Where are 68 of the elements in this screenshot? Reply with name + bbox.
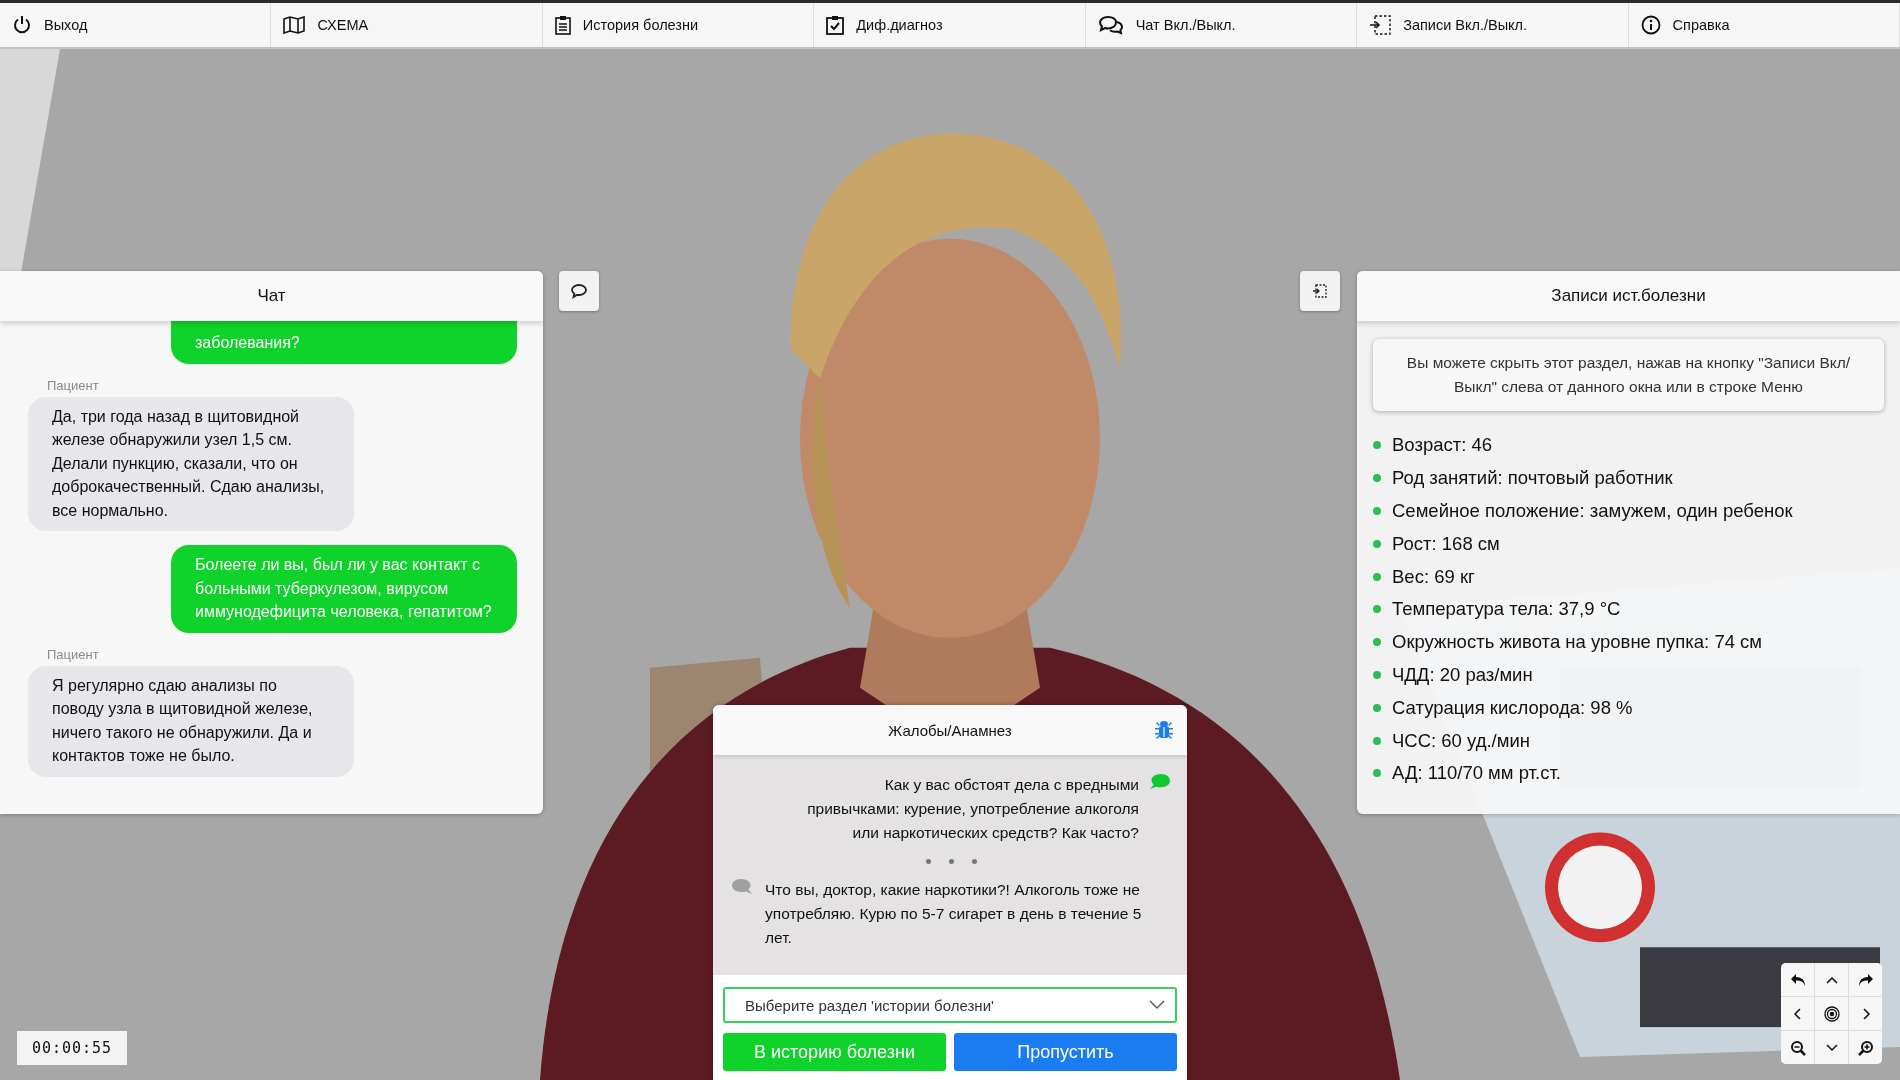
view-control-button[interactable] bbox=[1849, 963, 1882, 996]
chat-icon bbox=[1097, 15, 1124, 35]
sender-label: Пациент bbox=[47, 377, 99, 393]
menu-item[interactable]: Выход bbox=[0, 3, 272, 47]
bullet-icon bbox=[1373, 441, 1381, 450]
record-text: Вес: 69 кг bbox=[1392, 565, 1475, 588]
menu-item[interactable]: СХЕМА bbox=[271, 3, 543, 47]
view-control-button[interactable] bbox=[1849, 1031, 1882, 1064]
panel-title: Чат bbox=[257, 286, 286, 306]
record-text: Рост: 168 см bbox=[1392, 532, 1500, 555]
chevron-down-icon bbox=[1149, 1000, 1165, 1010]
bullet-icon bbox=[1373, 736, 1381, 745]
clipboard-icon bbox=[554, 15, 571, 35]
record-text: Возраст: 46 bbox=[1392, 434, 1493, 457]
zoom-in-icon bbox=[1857, 1039, 1874, 1056]
sender-label: Пациент bbox=[47, 646, 99, 662]
bullet-icon bbox=[1373, 605, 1381, 614]
record-text: Окружность живота на уровне пупка: 74 см bbox=[1392, 631, 1763, 654]
record-text: Род занятий: почтовый работник bbox=[1392, 467, 1673, 490]
record-text: Температура тела: 37,9 °C bbox=[1392, 598, 1621, 621]
panel-toggle-icon bbox=[1312, 283, 1328, 299]
chat-icon bbox=[570, 283, 588, 299]
answer-text: Что вы, доктор, какие наркотики?! Алкоголь тоже не употребляю. Курю по 5-7 сигарет в день в течение 5 лет. bbox=[765, 880, 1143, 948]
bullet-icon bbox=[1373, 507, 1381, 515]
menu-item[interactable]: Записи Вкл./Выкл. bbox=[1357, 3, 1629, 47]
skip-button[interactable]: Пропустить bbox=[954, 1033, 1177, 1071]
bullet-icon bbox=[1373, 539, 1381, 548]
zoom-out-icon bbox=[1789, 1039, 1806, 1056]
redo-icon bbox=[1857, 971, 1874, 988]
sent-message: Болеете ли вы, был ли у вас контакт с больными туберкулезом, вирусом иммунодефицита человека, гепатитом? bbox=[171, 545, 517, 633]
record-text: ЧДД: 20 раз/мин bbox=[1392, 663, 1533, 686]
info-icon bbox=[1640, 15, 1661, 35]
record-text: АД: 110/70 мм рт.ст. bbox=[1392, 762, 1561, 785]
bullet-icon bbox=[1373, 670, 1381, 679]
speech-bubble-icon bbox=[1149, 773, 1171, 791]
view-control-button[interactable] bbox=[1781, 1031, 1814, 1064]
panel-toggle-icon bbox=[1369, 15, 1392, 35]
map-icon bbox=[283, 16, 306, 34]
hint-card: Вы можете скрыть этот раздел, нажав на кнопку "Записи Вкл/Выкл" слева от данного окна или в строке Меню bbox=[1373, 339, 1884, 411]
bullet-icon bbox=[1373, 703, 1381, 712]
power-icon bbox=[12, 15, 32, 35]
menu-item[interactable]: Диф.диагноз bbox=[814, 3, 1086, 47]
bug-icon[interactable] bbox=[1153, 719, 1175, 741]
question-text: Как у вас обстоят дела с вредными привычками: курение, употребление алкоголя или наркотических средств? Как часто? bbox=[806, 775, 1139, 843]
record-text: Сатурация кислорода: 98 % bbox=[1392, 696, 1633, 719]
section-dropdown[interactable]: Выберите раздел 'истории болезни' bbox=[723, 987, 1177, 1023]
typing-dots-icon bbox=[925, 859, 977, 864]
clipboard-check-icon bbox=[826, 15, 845, 35]
speech-bubble-icon bbox=[731, 878, 753, 896]
bullet-icon bbox=[1373, 769, 1381, 778]
bullet-icon bbox=[1373, 572, 1381, 581]
record-text: Семейное положение: замужем, один ребенок bbox=[1392, 500, 1793, 522]
bullet-icon bbox=[1373, 638, 1381, 647]
timer: 00:00:55 bbox=[17, 1031, 127, 1065]
records-toggle-button[interactable] bbox=[1300, 271, 1340, 311]
received-message: Да, три года назад в щитовидной железе обнаружили узел 1,5 см. Делали пункцию, сказали, что он доброкачественный. Сдаю анализы, все нормально. bbox=[28, 396, 354, 531]
panel-title: Записи ист.болезни bbox=[1551, 286, 1706, 306]
chat-toggle-button[interactable] bbox=[559, 271, 599, 311]
received-message: Я регулярно сдаю анализы по поводу узла в щитовидной железе, ничего такого не обнаружили. Да и контактов тоже не было. bbox=[28, 665, 354, 777]
menu-item[interactable]: История болезни bbox=[542, 3, 815, 47]
dialog-title: Жалобы/Анамнез bbox=[888, 721, 1012, 739]
view-control-button[interactable] bbox=[1781, 963, 1814, 996]
target-icon bbox=[1823, 1005, 1840, 1022]
bullet-icon bbox=[1373, 474, 1381, 483]
view-control-button[interactable] bbox=[1815, 997, 1848, 1030]
record-text: ЧСС: 60 уд./мин bbox=[1392, 729, 1531, 752]
menu-item[interactable]: Чат Вкл./Выкл. bbox=[1085, 3, 1358, 47]
menu-item[interactable]: Справка bbox=[1628, 3, 1900, 47]
